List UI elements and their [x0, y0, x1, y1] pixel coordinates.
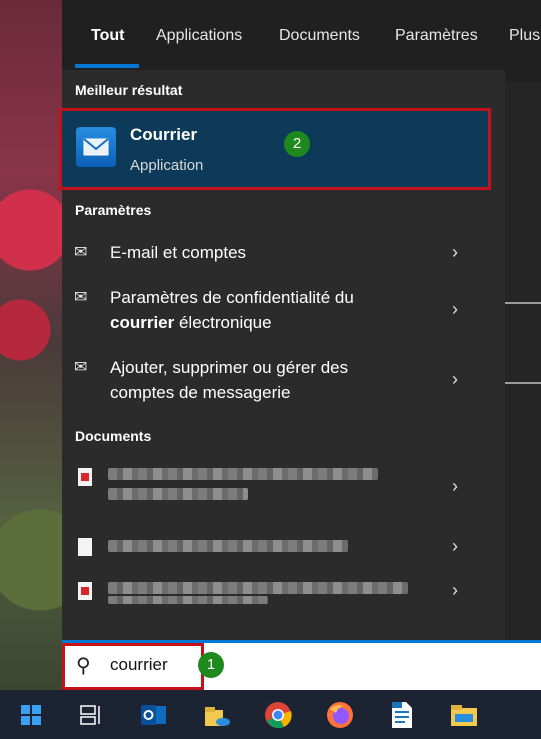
mail-app-icon [76, 127, 116, 167]
document-result[interactable]: › [74, 534, 458, 580]
preview-divider [505, 382, 541, 384]
best-match-result[interactable]: Courrier Application 2 [59, 108, 491, 190]
settings-item-label: Paramètres de confidentialité du [110, 288, 354, 307]
chevron-right-icon: › [452, 476, 458, 496]
chevron-right-icon: › [452, 536, 458, 556]
mail-icon: ✉ [74, 289, 88, 306]
search-input[interactable]: courrier [110, 655, 168, 675]
section-title-settings: Paramètres [75, 202, 152, 218]
mail-icon: ✉ [74, 244, 88, 261]
document-result[interactable]: › [74, 578, 458, 624]
chevron-right-icon: › [452, 242, 458, 262]
chrome-icon[interactable] [263, 700, 293, 730]
section-title-best-match: Meilleur résultat [75, 82, 183, 98]
preview-divider [505, 302, 541, 304]
settings-item-email-accounts[interactable]: ✉ E-mail et comptes › [62, 240, 482, 265]
chevron-right-icon: › [452, 580, 458, 600]
settings-item-label: comptes de messagerie [110, 383, 291, 402]
outlook-icon[interactable] [139, 700, 169, 730]
section-title-documents: Documents [75, 428, 152, 444]
tab-documents[interactable]: Documents [279, 27, 360, 55]
settings-item-label-bold: courrier [110, 313, 175, 332]
start-icon[interactable] [16, 700, 46, 730]
tab-more[interactable]: Plus [509, 27, 540, 55]
tab-all[interactable]: Tout [91, 27, 124, 55]
settings-item-label: E-mail et comptes [110, 243, 247, 262]
pdf-file-icon [78, 582, 92, 600]
redacted-filename [108, 596, 268, 604]
redacted-filename [108, 582, 408, 594]
libreoffice-writer-icon[interactable] [387, 700, 417, 730]
pdf-file-icon [78, 468, 92, 486]
mail-icon: ✉ [74, 359, 88, 376]
settings-item-label: Ajouter, supprimer ou gérer des [110, 358, 349, 377]
task-view-icon[interactable] [76, 700, 106, 730]
search-box[interactable]: ⚲ courrier 1 [62, 640, 541, 690]
search-tabs: Tout Applications Documents Paramètres P… [62, 0, 541, 70]
redacted-filename [108, 540, 348, 552]
tab-settings[interactable]: Paramètres [395, 27, 478, 55]
file-icon [78, 538, 92, 556]
redacted-filename [108, 488, 248, 500]
document-result[interactable]: › [74, 464, 458, 510]
tab-applications[interactable]: Applications [156, 27, 242, 55]
settings-item-label: électronique [174, 313, 272, 332]
firefox-icon[interactable] [325, 700, 355, 730]
search-panel: Tout Applications Documents Paramètres P… [59, 0, 541, 640]
search-icon: ⚲ [76, 655, 91, 677]
settings-item-manage-mail-accounts[interactable]: ✉ Ajouter, supprimer ou gérer des compte… [62, 355, 482, 405]
best-match-subtitle: Application [130, 157, 204, 174]
best-match-title: Courrier [130, 125, 198, 144]
redacted-filename [108, 468, 378, 480]
taskbar [0, 690, 541, 739]
annotation-badge: 2 [284, 131, 310, 157]
preview-pane [505, 82, 541, 640]
desktop-wallpaper [0, 0, 62, 690]
chevron-right-icon: › [452, 369, 458, 389]
annotation-badge: 1 [198, 652, 224, 678]
chevron-right-icon: › [452, 299, 458, 319]
explorer-folder-icon[interactable] [202, 700, 232, 730]
settings-item-mail-privacy[interactable]: ✉ Paramètres de confidentialité du courr… [62, 285, 482, 335]
file-explorer-icon[interactable] [449, 700, 479, 730]
active-tab-indicator [75, 64, 139, 68]
